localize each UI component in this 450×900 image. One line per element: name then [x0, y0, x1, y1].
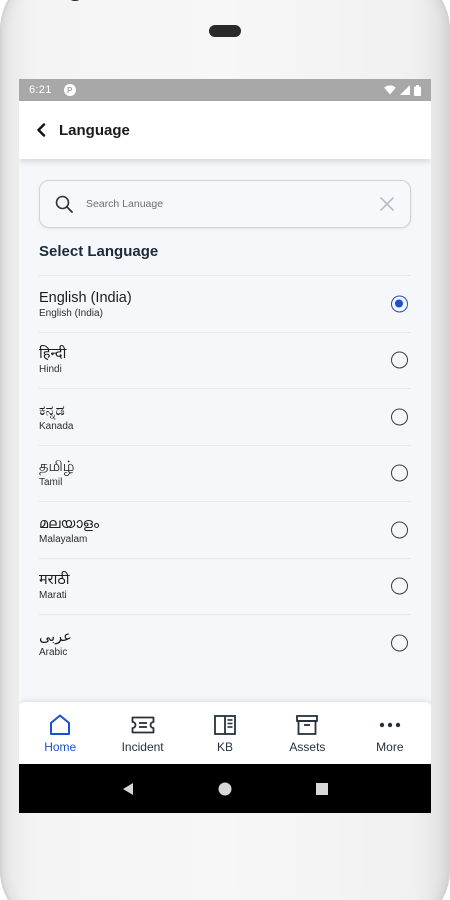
language-latin-name: English (India) — [39, 307, 103, 319]
notification-p-icon: P — [63, 84, 76, 96]
search-input[interactable] — [86, 198, 356, 210]
nav-home[interactable]: Home — [19, 702, 101, 764]
language-item-tamil[interactable]: தமிழ் Tamil — [39, 444, 411, 502]
home-icon — [47, 712, 73, 738]
nav-label: Incident — [121, 740, 164, 754]
wifi-icon — [384, 85, 396, 95]
language-native-name: عربى — [39, 628, 72, 645]
radio-hindi[interactable] — [391, 351, 408, 369]
android-navigation-bar — [19, 764, 431, 813]
language-item-hindi[interactable]: हिन्दी Hindi — [39, 331, 411, 389]
language-latin-name: Kanada — [39, 420, 74, 432]
radio-marathi[interactable] — [391, 577, 408, 595]
language-native-name: ಕನ್ನಡ — [39, 402, 65, 419]
language-native-name: English (India) — [39, 289, 132, 306]
language-latin-name: Hindi — [39, 364, 62, 376]
bottom-navigation: Home Incident KB Assets More — [19, 702, 431, 764]
language-item-kannada[interactable]: ಕನ್ನಡ Kanada — [39, 388, 411, 445]
more-dots-icon — [377, 712, 403, 738]
front-camera — [66, 0, 84, 1]
ticket-icon — [130, 712, 156, 738]
archive-box-icon — [294, 712, 320, 738]
signal-icon — [400, 85, 410, 95]
section-title: Select Language — [39, 243, 159, 260]
app-screen: 6:21 P Language Select Language English … — [19, 79, 431, 813]
nav-label: More — [376, 740, 404, 754]
nav-label: Home — [44, 740, 77, 754]
nav-kb[interactable]: KB — [184, 702, 266, 764]
language-native-name: हिन्दी — [39, 346, 67, 363]
back-triangle-icon[interactable] — [121, 782, 135, 796]
status-bar: 6:21 P — [19, 79, 431, 101]
battery-icon — [414, 84, 421, 96]
recents-square-icon[interactable] — [315, 782, 329, 796]
chevron-left-icon — [37, 123, 46, 137]
language-native-name: தமிழ் — [39, 459, 75, 476]
status-icons — [384, 84, 421, 96]
nav-more[interactable]: More — [349, 702, 431, 764]
language-native-name: മലയാളം — [39, 515, 100, 532]
search-box[interactable] — [39, 180, 411, 228]
language-list: English (India) English (India) हिन्दी Hin… — [39, 275, 411, 671]
language-latin-name: Malayalam — [39, 533, 88, 545]
language-item-english[interactable]: English (India) English (India) — [39, 275, 411, 332]
language-latin-name: Tamil — [39, 477, 63, 489]
search-icon — [55, 195, 73, 213]
nav-label: KB — [217, 740, 234, 754]
nav-label: Assets — [289, 740, 326, 754]
page-title: Language — [59, 121, 130, 139]
radio-tamil[interactable] — [391, 464, 408, 482]
close-icon[interactable] — [378, 195, 396, 213]
nav-assets[interactable]: Assets — [266, 702, 348, 764]
book-icon — [212, 712, 238, 738]
status-time: 6:21 — [29, 84, 52, 96]
radio-kannada[interactable] — [391, 408, 408, 426]
proximity-sensor — [209, 25, 241, 37]
language-item-malayalam[interactable]: മലയാളം Malayalam — [39, 501, 411, 558]
language-latin-name: Marati — [39, 590, 67, 602]
language-item-marathi[interactable]: मराठी Marati — [39, 557, 411, 615]
radio-english[interactable] — [391, 295, 408, 313]
back-button[interactable] — [31, 120, 51, 140]
app-bar: Language — [19, 101, 431, 159]
home-circle-icon[interactable] — [218, 782, 232, 796]
language-item-arabic[interactable]: عربى Arabic — [39, 614, 411, 671]
radio-malayalam[interactable] — [391, 521, 408, 539]
radio-arabic[interactable] — [391, 634, 408, 652]
nav-incident[interactable]: Incident — [101, 702, 183, 764]
language-native-name: मराठी — [39, 572, 70, 589]
language-latin-name: Arabic — [39, 646, 68, 658]
